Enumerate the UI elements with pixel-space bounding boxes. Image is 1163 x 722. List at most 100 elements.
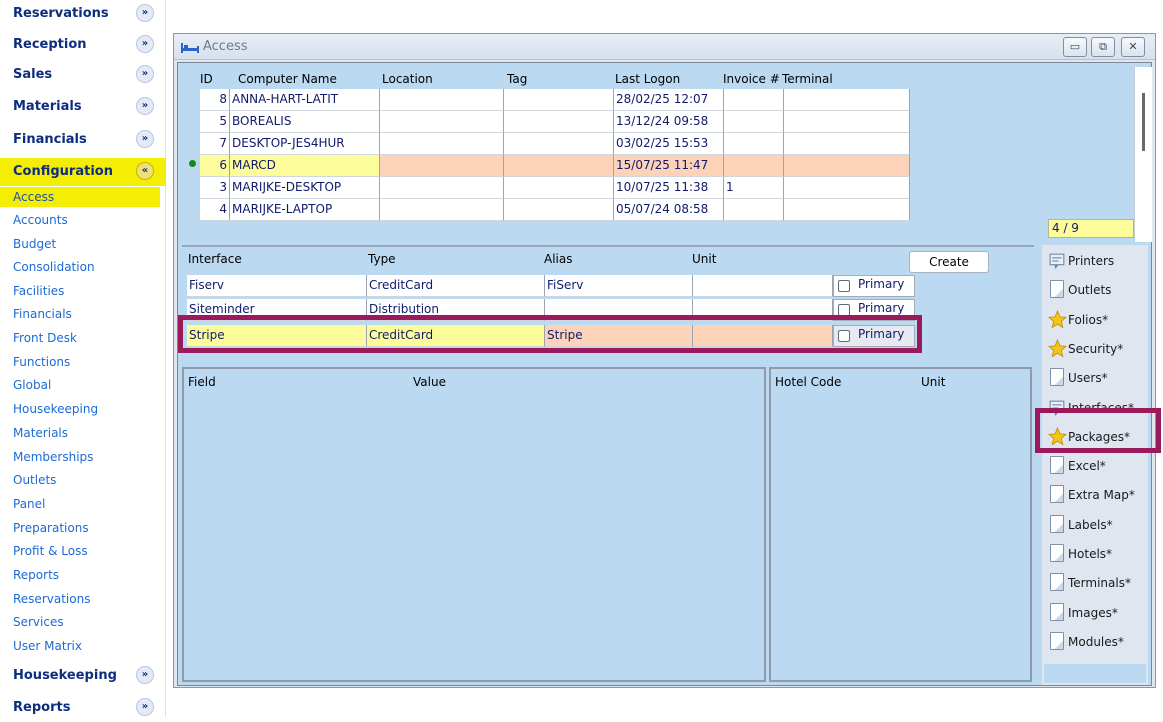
sidebar-item-access[interactable]: Access <box>0 187 160 207</box>
sidebar-item-user-matrix[interactable]: User Matrix <box>0 636 166 656</box>
table-row[interactable]: 8 ANNA-HART-LATIT 28/02/25 12:07 <box>200 89 910 111</box>
column-header-unit[interactable]: Unit <box>921 375 945 389</box>
cell-terminal[interactable] <box>784 111 910 133</box>
column-header-unit[interactable]: Unit <box>692 252 716 266</box>
sidebar-item-reservations[interactable]: Reservations <box>0 589 166 609</box>
table-row[interactable]: Fiserv CreditCard FiServ Primary <box>187 275 915 297</box>
sidebar-item-consolidation[interactable]: Consolidation <box>0 257 166 277</box>
cell-last-logon[interactable]: 13/12/24 09:58 <box>614 111 724 133</box>
window-titlebar[interactable]: Access ▭ ⧉ ✕ <box>174 34 1155 60</box>
nav-section-housekeeping[interactable]: Housekeeping » <box>0 662 166 690</box>
nav-section-materials[interactable]: Materials » <box>0 93 166 121</box>
nav-section-reservations[interactable]: Reservations » <box>0 0 166 28</box>
cell-last-logon[interactable]: 28/02/25 12:07 <box>614 89 724 111</box>
cell-terminal[interactable] <box>784 133 910 155</box>
chevron-down-icon[interactable]: » <box>136 35 154 53</box>
config-tab-terminals[interactable]: Terminals* <box>1048 569 1144 596</box>
restore-button[interactable]: ⧉ <box>1091 37 1115 57</box>
field-value-pane[interactable]: Field Value <box>182 367 766 682</box>
cell-tag[interactable] <box>504 199 614 221</box>
sidebar-item-housekeeping[interactable]: Housekeeping <box>0 399 166 419</box>
cell-computer[interactable]: ANNA-HART-LATIT <box>230 89 380 111</box>
create-interface-button[interactable]: Create <box>909 251 989 273</box>
column-header-invoice[interactable]: Invoice # <box>723 72 780 86</box>
cell-computer[interactable]: MARIJKE-DESKTOP <box>230 177 380 199</box>
config-tab-extra-map[interactable]: Extra Map* <box>1048 481 1144 508</box>
sidebar-item-memberships[interactable]: Memberships <box>0 447 166 467</box>
nav-section-sales[interactable]: Sales » <box>0 61 166 89</box>
cell-unit[interactable] <box>693 275 833 297</box>
config-tab-hotels[interactable]: Hotels* <box>1048 540 1144 567</box>
column-header-computer-name[interactable]: Computer Name <box>238 72 337 86</box>
config-tab-outlets[interactable]: Outlets <box>1048 276 1144 303</box>
column-header-terminal[interactable]: Terminal <box>782 72 833 86</box>
chevron-down-icon[interactable]: » <box>136 666 154 684</box>
table-row[interactable]: 6 MARCD 15/07/25 11:47 <box>200 155 910 177</box>
sidebar-item-materials[interactable]: Materials <box>0 423 166 443</box>
cell-last-logon[interactable]: 03/02/25 15:53 <box>614 133 724 155</box>
cell-tag[interactable] <box>504 177 614 199</box>
column-header-last-logon[interactable]: Last Logon <box>615 72 680 86</box>
close-button[interactable]: ✕ <box>1121 37 1145 57</box>
sidebar-item-front-desk[interactable]: Front Desk <box>0 328 166 348</box>
nav-section-reports[interactable]: Reports » <box>0 694 166 722</box>
sidebar-item-financials[interactable]: Financials <box>0 304 166 324</box>
cell-last-logon[interactable]: 05/07/24 08:58 <box>614 199 724 221</box>
cell-id[interactable]: 4 <box>200 199 230 221</box>
cell-location[interactable] <box>380 155 504 177</box>
cell-invoice[interactable] <box>724 133 784 155</box>
cell-computer[interactable]: DESKTOP-JES4HUR <box>230 133 380 155</box>
cell-computer[interactable]: MARCD <box>230 155 380 177</box>
column-header-location[interactable]: Location <box>382 72 433 86</box>
cell-type[interactable]: CreditCard <box>367 275 545 297</box>
cell-computer[interactable]: MARIJKE-LAPTOP <box>230 199 380 221</box>
cell-id[interactable]: 3 <box>200 177 230 199</box>
sidebar-item-panel[interactable]: Panel <box>0 494 166 514</box>
cell-location[interactable] <box>380 199 504 221</box>
sidebar-item-outlets[interactable]: Outlets <box>0 470 166 490</box>
interfaces-grid[interactable]: Interface Type Alias Unit Create Fiserv C… <box>178 245 1034 365</box>
computer-access-grid[interactable]: ID Computer Name Location Tag Last Logon… <box>182 67 1152 242</box>
cell-alias[interactable]: FiServ <box>545 275 693 297</box>
cell-id[interactable]: 5 <box>200 111 230 133</box>
hotel-code-pane[interactable]: Hotel Code Unit <box>769 367 1032 682</box>
chevron-down-icon[interactable]: » <box>136 130 154 148</box>
cell-tag[interactable] <box>504 111 614 133</box>
cell-invoice[interactable] <box>724 155 784 177</box>
column-header-interface[interactable]: Interface <box>188 252 242 266</box>
table-row[interactable]: 4 MARIJKE-LAPTOP 05/07/24 08:58 <box>200 199 910 221</box>
nav-section-financials[interactable]: Financials » <box>0 126 166 154</box>
cell-tag[interactable] <box>504 89 614 111</box>
cell-last-logon[interactable]: 10/07/25 11:38 <box>614 177 724 199</box>
minimize-button[interactable]: ▭ <box>1063 37 1087 57</box>
config-tab-users[interactable]: Users* <box>1048 364 1144 391</box>
sidebar-item-functions[interactable]: Functions <box>0 352 166 372</box>
config-tab-modules[interactable]: Modules* <box>1048 628 1144 655</box>
cell-id[interactable]: 7 <box>200 133 230 155</box>
cell-tag[interactable] <box>504 155 614 177</box>
config-tab-security[interactable]: Security* <box>1048 335 1144 362</box>
config-tab-labels[interactable]: Labels* <box>1048 511 1144 538</box>
scrollbar-thumb[interactable] <box>1142 93 1145 151</box>
column-header-field[interactable]: Field <box>188 375 216 389</box>
cell-invoice[interactable]: 1 <box>724 177 784 199</box>
column-header-id[interactable]: ID <box>200 72 213 86</box>
chevron-down-icon[interactable]: » <box>136 65 154 83</box>
cell-terminal[interactable] <box>784 155 910 177</box>
sidebar-item-global[interactable]: Global <box>0 375 166 395</box>
table-row[interactable]: 5 BOREALIS 13/12/24 09:58 <box>200 111 910 133</box>
primary-checkbox[interactable] <box>838 280 850 292</box>
chevron-down-icon[interactable]: » <box>136 4 154 22</box>
column-header-value[interactable]: Value <box>413 375 446 389</box>
cell-terminal[interactable] <box>784 89 910 111</box>
cell-terminal[interactable] <box>784 177 910 199</box>
table-row[interactable]: 3 MARIJKE-DESKTOP 10/07/25 11:38 1 <box>200 177 910 199</box>
table-row[interactable]: 7 DESKTOP-JES4HUR 03/02/25 15:53 <box>200 133 910 155</box>
sidebar-item-accounts[interactable]: Accounts <box>0 210 166 230</box>
vertical-scrollbar[interactable] <box>1134 67 1152 242</box>
cell-id[interactable]: 6 <box>200 155 230 177</box>
config-tab-images[interactable]: Images* <box>1048 599 1144 626</box>
sidebar-item-services[interactable]: Services <box>0 612 166 632</box>
config-tab-excel[interactable]: Excel* <box>1048 452 1144 479</box>
sidebar-item-profit-loss[interactable]: Profit & Loss <box>0 541 166 561</box>
